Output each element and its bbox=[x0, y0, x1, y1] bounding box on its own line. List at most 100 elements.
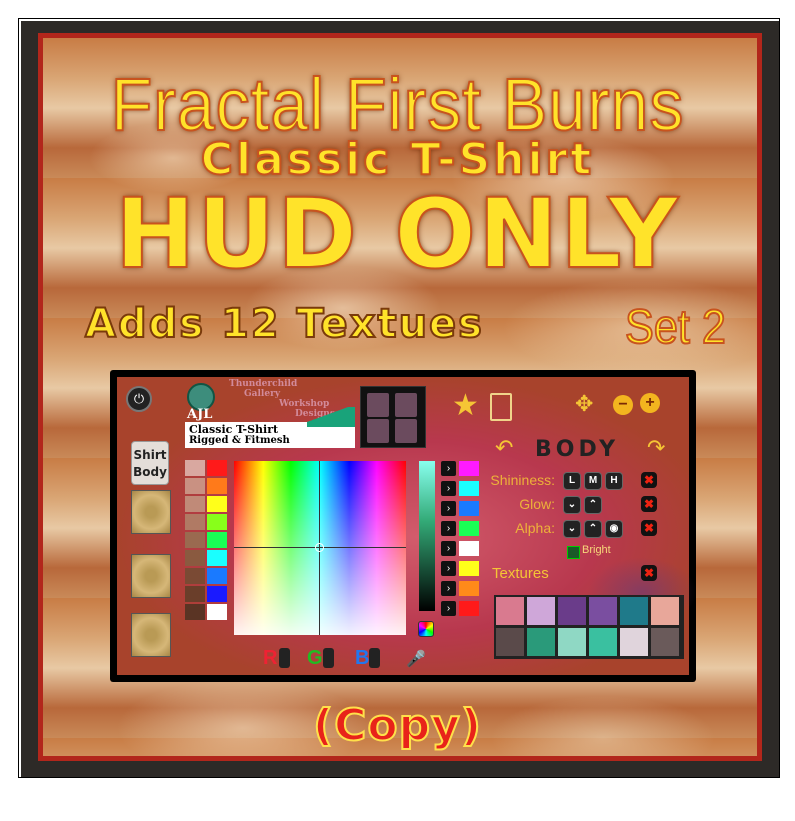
color-slot[interactable] bbox=[459, 461, 479, 476]
shirt-icon bbox=[395, 393, 417, 417]
color-swatch[interactable] bbox=[207, 586, 227, 602]
redo-arrow-icon[interactable]: ↷ bbox=[647, 435, 665, 461]
color-swatch[interactable] bbox=[185, 586, 205, 602]
color-slot[interactable] bbox=[459, 561, 479, 576]
color-slot[interactable] bbox=[459, 501, 479, 516]
color-swatch[interactable] bbox=[185, 550, 205, 566]
shininess-reset-button[interactable]: ✖ bbox=[641, 472, 657, 488]
texture-swatch[interactable] bbox=[620, 628, 648, 656]
rgb-g-label: G bbox=[307, 647, 323, 669]
alpha-down-button[interactable]: ⌄ bbox=[563, 520, 581, 538]
color-slot[interactable] bbox=[459, 601, 479, 616]
r-stepper[interactable] bbox=[279, 648, 290, 668]
favorite-star-icon[interactable]: ★ bbox=[452, 391, 479, 421]
color-swatch[interactable] bbox=[207, 496, 227, 512]
texture-swatch[interactable] bbox=[527, 628, 555, 656]
shirt-icon bbox=[395, 419, 417, 443]
glow-down-button[interactable]: ⌄ bbox=[563, 496, 581, 514]
b-stepper[interactable] bbox=[369, 648, 380, 668]
texture-swatch[interactable] bbox=[558, 597, 586, 625]
apply-color-button[interactable]: › bbox=[441, 521, 456, 536]
color-swatch[interactable] bbox=[185, 514, 205, 530]
bright-checkbox[interactable] bbox=[567, 546, 580, 559]
glow-up-button[interactable]: ⌃ bbox=[584, 496, 602, 514]
shininess-high-button[interactable]: H bbox=[605, 472, 623, 490]
color-slot[interactable] bbox=[459, 541, 479, 556]
copy-label: (Copy) bbox=[312, 699, 482, 752]
color-swatch[interactable] bbox=[207, 514, 227, 530]
logo-product-line2: Rigged & Fitmesh bbox=[189, 435, 290, 446]
color-swatch[interactable] bbox=[185, 604, 205, 620]
apply-color-button[interactable]: › bbox=[441, 561, 456, 576]
hud-panel: ⏻ Thunderchild Gallery Workshop Designs … bbox=[117, 377, 697, 675]
alpha-eye-icon[interactable]: ◉ bbox=[605, 520, 623, 538]
apply-color-button[interactable]: › bbox=[441, 581, 456, 596]
logo-brand-line1: Thunderchild bbox=[229, 379, 298, 389]
alpha-reset-button[interactable]: ✖ bbox=[641, 520, 657, 536]
logo-brand-line2: Gallery bbox=[244, 389, 281, 399]
texture-swatch[interactable] bbox=[620, 597, 648, 625]
g-stepper[interactable] bbox=[323, 648, 334, 668]
texture-swatch[interactable] bbox=[527, 597, 555, 625]
apply-color-button[interactable]: › bbox=[441, 481, 456, 496]
texture-tab[interactable] bbox=[131, 554, 171, 598]
color-swatch[interactable] bbox=[185, 496, 205, 512]
color-swatch[interactable] bbox=[207, 568, 227, 584]
color-swatch[interactable] bbox=[185, 478, 205, 494]
texture-swatch[interactable] bbox=[589, 597, 617, 625]
logo-mountain-icon bbox=[307, 407, 355, 427]
color-swatch[interactable] bbox=[207, 604, 227, 620]
picker-cursor[interactable] bbox=[315, 543, 324, 552]
shirt-preview-thumbnail[interactable] bbox=[360, 386, 426, 448]
texture-swatch[interactable] bbox=[651, 628, 679, 656]
color-swatch[interactable] bbox=[207, 550, 227, 566]
power-icon[interactable]: ⏻ bbox=[126, 386, 152, 412]
tab-shirt-body[interactable]: Shirt Body bbox=[131, 441, 169, 485]
undo-arrow-icon[interactable]: ↶ bbox=[495, 435, 513, 461]
color-swatch[interactable] bbox=[185, 532, 205, 548]
color-slot[interactable] bbox=[459, 581, 479, 596]
glow-reset-button[interactable]: ✖ bbox=[641, 496, 657, 512]
color-slot[interactable] bbox=[459, 481, 479, 496]
brightness-slider[interactable] bbox=[419, 461, 435, 611]
texture-swatch[interactable] bbox=[651, 597, 679, 625]
rgb-b-label: B bbox=[355, 647, 370, 669]
apply-color-button[interactable]: › bbox=[441, 501, 456, 516]
color-swatch[interactable] bbox=[207, 532, 227, 548]
texture-swatch[interactable] bbox=[589, 628, 617, 656]
texture-swatch[interactable] bbox=[558, 628, 586, 656]
alpha-up-button[interactable]: ⌃ bbox=[584, 520, 602, 538]
apply-color-button[interactable]: › bbox=[441, 541, 456, 556]
rainbow-icon[interactable] bbox=[418, 621, 434, 637]
shininess-medium-button[interactable]: M bbox=[584, 472, 602, 490]
glow-label: Glow: bbox=[519, 496, 555, 512]
preset-swatches bbox=[185, 460, 229, 634]
textures-reset-button[interactable]: ✖ bbox=[641, 565, 657, 581]
zoom-out-button[interactable]: − bbox=[613, 395, 633, 415]
color-swatch[interactable] bbox=[185, 568, 205, 584]
microphone-icon[interactable]: 🎤 bbox=[406, 649, 426, 669]
color-slot[interactable] bbox=[459, 521, 479, 536]
texture-tab[interactable] bbox=[131, 490, 171, 534]
color-swatch[interactable] bbox=[207, 460, 227, 476]
shirt-icon bbox=[367, 393, 389, 417]
shininess-low-button[interactable]: L bbox=[563, 472, 581, 490]
color-swatch[interactable] bbox=[185, 460, 205, 476]
apply-color-button[interactable]: › bbox=[441, 461, 456, 476]
rgb-r-label: R bbox=[263, 647, 278, 669]
set-label: Set 2 bbox=[624, 300, 727, 355]
texture-tab[interactable] bbox=[131, 613, 171, 657]
move-icon[interactable]: ✥ bbox=[575, 391, 593, 417]
texture-swatch[interactable] bbox=[496, 597, 524, 625]
color-swatch[interactable] bbox=[207, 478, 227, 494]
section-title: BODY bbox=[535, 437, 620, 462]
texture-grid bbox=[494, 595, 684, 659]
shirt-icon bbox=[367, 419, 389, 443]
document-icon[interactable] bbox=[490, 393, 512, 421]
shininess-label: Shininess: bbox=[490, 472, 555, 488]
apply-color-button[interactable]: › bbox=[441, 601, 456, 616]
logo-initials: AJL bbox=[187, 407, 213, 422]
title-line3: HUD ONLY bbox=[114, 177, 681, 291]
zoom-in-button[interactable]: + bbox=[640, 393, 660, 413]
texture-swatch[interactable] bbox=[496, 628, 524, 656]
